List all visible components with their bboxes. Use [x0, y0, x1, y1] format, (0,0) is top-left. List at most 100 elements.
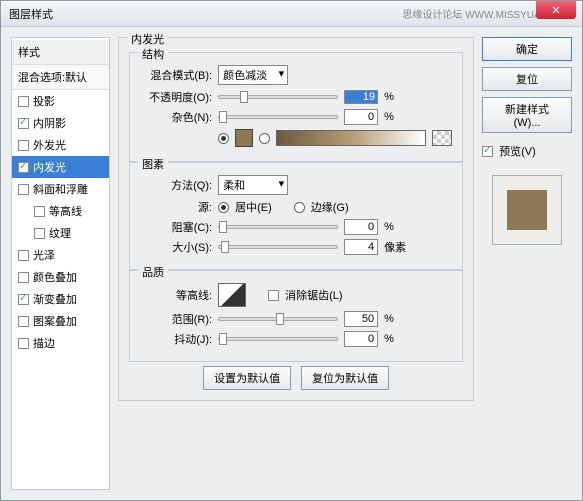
choke-input[interactable]: 0	[344, 219, 378, 235]
blend-mode-select[interactable]: 颜色减淡	[218, 65, 288, 85]
style-item-7[interactable]: 光泽	[12, 244, 109, 266]
contour-picker[interactable]	[218, 283, 246, 307]
elements-group: 图素 方法(Q): 柔和 源: 居中(E) 边缘(G) 阻塞(C):	[129, 162, 463, 270]
ok-button[interactable]: 确定	[482, 37, 572, 61]
opacity-input[interactable]: 19	[344, 90, 378, 104]
close-button[interactable]: ✕	[536, 1, 576, 19]
style-item-9[interactable]: 渐变叠加	[12, 288, 109, 310]
antialias-checkbox[interactable]	[268, 290, 279, 301]
style-item-label: 描边	[33, 335, 55, 351]
source-edge-radio[interactable]	[294, 202, 305, 213]
window-title: 图层样式	[9, 6, 53, 22]
style-checkbox[interactable]	[18, 316, 29, 327]
style-checkbox[interactable]	[18, 96, 29, 107]
style-checkbox[interactable]	[18, 118, 29, 129]
style-item-6[interactable]: 纹理	[12, 222, 109, 244]
style-item-10[interactable]: 图案叠加	[12, 310, 109, 332]
style-item-5[interactable]: 等高线	[12, 200, 109, 222]
titlebar: 图层样式 思缘设计论坛 WWW.MISSYUAN.COM ✕	[1, 1, 582, 27]
preview-box	[492, 175, 562, 245]
style-item-label: 斜面和浮雕	[33, 181, 88, 197]
style-item-0[interactable]: 投影	[12, 90, 109, 112]
noise-input[interactable]: 0	[344, 109, 378, 125]
choke-label: 阻塞(C):	[140, 219, 212, 235]
method-label: 方法(Q):	[140, 177, 212, 193]
preview-label: 预览(V)	[499, 143, 536, 159]
style-checkbox[interactable]	[34, 206, 45, 217]
layer-style-dialog: 图层样式 思缘设计论坛 WWW.MISSYUAN.COM ✕ 样式 混合选项:默…	[0, 0, 583, 501]
source-center-label: 居中(E)	[235, 199, 272, 215]
settings-panel: 内发光 结构 混合模式(B): 颜色减淡 不透明度(O): 19 % 杂色(N)	[118, 37, 474, 490]
blend-options-item[interactable]: 混合选项:默认	[12, 65, 109, 90]
style-item-label: 内阴影	[33, 115, 66, 131]
style-checkbox[interactable]	[18, 140, 29, 151]
reset-default-button[interactable]: 复位为默认值	[301, 366, 389, 390]
style-item-label: 外发光	[33, 137, 66, 153]
color-swatch[interactable]	[235, 129, 253, 147]
method-select[interactable]: 柔和	[218, 175, 288, 195]
range-unit: %	[384, 313, 394, 325]
gradient-radio[interactable]	[259, 133, 270, 144]
style-checkbox[interactable]	[18, 184, 29, 195]
jitter-slider[interactable]	[218, 337, 338, 341]
source-center-radio[interactable]	[218, 202, 229, 213]
style-list-panel: 样式 混合选项:默认 投影内阴影外发光内发光斜面和浮雕等高线纹理光泽颜色叠加渐变…	[11, 37, 110, 490]
size-label: 大小(S):	[140, 239, 212, 255]
style-checkbox[interactable]	[18, 294, 29, 305]
size-unit: 像素	[384, 239, 406, 255]
style-item-3[interactable]: 内发光	[12, 156, 109, 178]
style-item-label: 图案叠加	[33, 313, 77, 329]
opacity-unit: %	[384, 91, 394, 103]
style-checkbox[interactable]	[18, 338, 29, 349]
right-panel: 确定 复位 新建样式(W)... 预览(V)	[482, 37, 572, 490]
style-checkbox[interactable]	[18, 250, 29, 261]
jitter-unit: %	[384, 333, 394, 345]
opacity-slider[interactable]	[218, 95, 338, 99]
size-input[interactable]: 4	[344, 239, 378, 255]
new-style-button[interactable]: 新建样式(W)...	[482, 97, 572, 133]
style-item-4[interactable]: 斜面和浮雕	[12, 178, 109, 200]
opacity-label: 不透明度(O):	[140, 89, 212, 105]
styles-header[interactable]: 样式	[12, 40, 109, 65]
structure-group: 结构 混合模式(B): 颜色减淡 不透明度(O): 19 % 杂色(N):	[129, 52, 463, 162]
preview-checkbox[interactable]	[482, 146, 493, 157]
style-checkbox[interactable]	[34, 228, 45, 239]
source-edge-label: 边缘(G)	[311, 199, 349, 215]
jitter-label: 抖动(J):	[140, 331, 212, 347]
choke-unit: %	[384, 221, 394, 233]
style-item-label: 纹理	[49, 225, 71, 241]
gradient-picker[interactable]	[276, 130, 426, 146]
range-slider[interactable]	[218, 317, 338, 321]
choke-slider[interactable]	[218, 225, 338, 229]
contour-label: 等高线:	[140, 287, 212, 303]
noise-unit: %	[384, 111, 394, 123]
set-default-button[interactable]: 设置为默认值	[203, 366, 291, 390]
style-item-1[interactable]: 内阴影	[12, 112, 109, 134]
style-item-label: 等高线	[49, 203, 82, 219]
noise-slider[interactable]	[218, 115, 338, 119]
style-item-8[interactable]: 颜色叠加	[12, 266, 109, 288]
noise-label: 杂色(N):	[140, 109, 212, 125]
style-item-label: 颜色叠加	[33, 269, 77, 285]
style-item-label: 渐变叠加	[33, 291, 77, 307]
preview-swatch	[507, 190, 547, 230]
range-input[interactable]: 50	[344, 311, 378, 327]
inner-glow-legend: 内发光	[127, 31, 168, 47]
antialias-label: 消除锯齿(L)	[285, 287, 342, 303]
gradient-dropdown-icon[interactable]	[432, 130, 452, 146]
inner-glow-group: 内发光 结构 混合模式(B): 颜色减淡 不透明度(O): 19 % 杂色(N)	[118, 37, 474, 401]
style-checkbox[interactable]	[18, 162, 29, 173]
blend-mode-label: 混合模式(B):	[140, 67, 212, 83]
quality-group: 品质 等高线: 消除锯齿(L) 范围(R): 50 %	[129, 270, 463, 362]
elements-legend: 图素	[138, 156, 168, 172]
style-checkbox[interactable]	[18, 272, 29, 283]
style-item-11[interactable]: 描边	[12, 332, 109, 354]
color-radio[interactable]	[218, 133, 229, 144]
jitter-input[interactable]: 0	[344, 331, 378, 347]
structure-legend: 结构	[138, 46, 168, 62]
style-item-2[interactable]: 外发光	[12, 134, 109, 156]
size-slider[interactable]	[218, 245, 338, 249]
cancel-button[interactable]: 复位	[482, 67, 572, 91]
style-item-label: 内发光	[33, 159, 66, 175]
style-item-label: 光泽	[33, 247, 55, 263]
